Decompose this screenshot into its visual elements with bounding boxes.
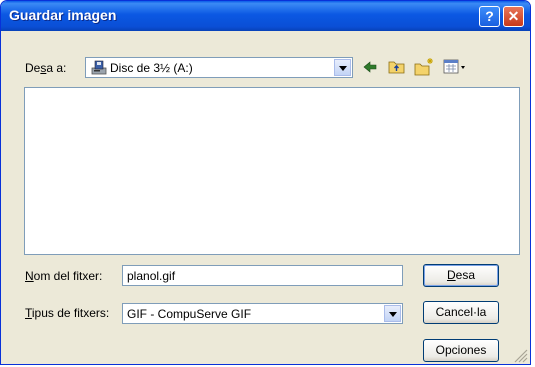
save-image-dialog: Guardar imagen ? ✕ Desa a: Disc de 3½ (A… <box>0 0 531 365</box>
filetype-label: Tipus de fitxers: <box>25 306 110 320</box>
question-mark-icon: ? <box>485 8 494 24</box>
options-button[interactable]: Opciones <box>423 339 499 362</box>
save-in-combobox[interactable]: Disc de 3½ (A:) <box>85 57 353 78</box>
cancel-button[interactable]: Cancel·la <box>423 301 499 324</box>
view-menu-icon[interactable] <box>443 58 467 76</box>
save-in-value: Disc de 3½ (A:) <box>110 61 193 75</box>
close-button[interactable]: ✕ <box>503 6 524 27</box>
chevron-down-icon[interactable] <box>384 305 401 322</box>
filename-input[interactable]: planol.gif <box>122 265 403 286</box>
save-button[interactable]: Desa <box>423 264 499 287</box>
up-folder-icon[interactable] <box>387 57 407 77</box>
floppy-drive-icon <box>91 60 107 75</box>
save-in-label: Desa a: <box>25 61 67 75</box>
help-button[interactable]: ? <box>479 6 500 27</box>
title-bar[interactable]: Guardar imagen ? ✕ <box>1 1 530 31</box>
new-folder-icon[interactable] <box>413 56 435 78</box>
filetype-combobox[interactable]: GIF - CompuServe GIF <box>122 303 403 324</box>
filetype-value: GIF - CompuServe GIF <box>127 307 252 321</box>
file-list[interactable] <box>24 87 520 255</box>
filename-label: Nom del fitxer: <box>25 269 103 283</box>
close-icon: ✕ <box>507 8 520 24</box>
back-arrow-icon[interactable] <box>361 58 379 76</box>
resize-grip-icon[interactable] <box>509 344 529 364</box>
chevron-down-icon[interactable] <box>334 59 351 76</box>
dialog-title: Guardar imagen <box>9 7 117 23</box>
